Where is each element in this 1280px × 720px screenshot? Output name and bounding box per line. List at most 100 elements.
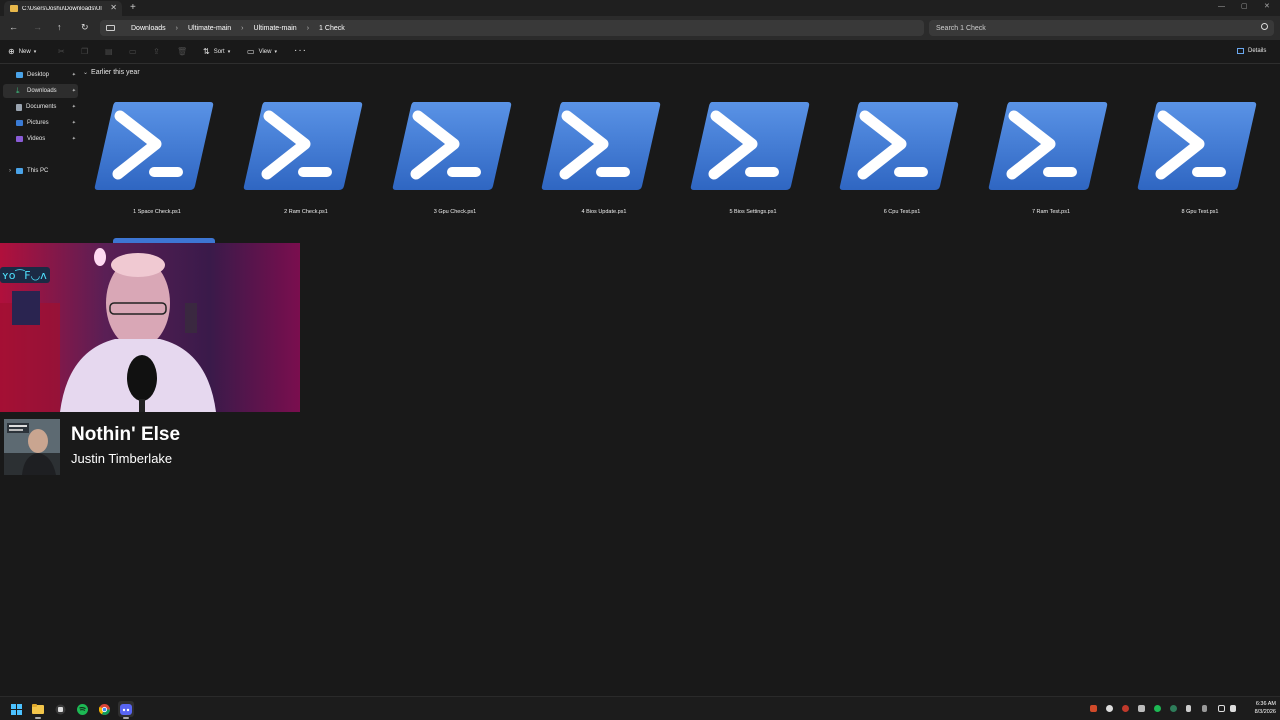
file-name: 3 Gpu Check.ps1 bbox=[433, 209, 477, 215]
breadcrumb-ultimate-main-2[interactable]: Ultimate-main bbox=[254, 25, 297, 32]
file-name: 1 Space Check.ps1 bbox=[133, 209, 181, 215]
sidebar-item-videos[interactable]: Videos ✦ bbox=[3, 132, 78, 146]
chrome-icon[interactable] bbox=[96, 701, 112, 717]
folder-icon bbox=[10, 5, 18, 12]
pin-icon[interactable]: ✦ bbox=[72, 72, 76, 78]
details-button[interactable]: Details bbox=[1237, 48, 1266, 54]
discord-icon[interactable] bbox=[118, 701, 134, 719]
tray-app-icon[interactable] bbox=[1122, 705, 1129, 712]
up-button[interactable]: ↑ bbox=[57, 22, 62, 33]
running-indicator bbox=[35, 717, 41, 719]
file-item[interactable]: 2 Ram Check.ps1 bbox=[232, 100, 372, 220]
network-icon[interactable] bbox=[1218, 705, 1225, 712]
file-item[interactable]: 6 Cpu Test.ps1 bbox=[828, 100, 968, 220]
breadcrumb-ultimate-main-1[interactable]: Ultimate-main bbox=[188, 25, 231, 32]
sidebar-item-label: Videos bbox=[27, 136, 46, 142]
file-name: 7 Ram Test.ps1 bbox=[1031, 209, 1071, 215]
address-bar-row: ← → ↑ ↻ Downloads › Ultimate-main › Ulti… bbox=[0, 16, 1280, 40]
powershell-icon bbox=[392, 102, 512, 190]
sidebar-item-this-pc[interactable]: › This PC bbox=[3, 164, 78, 178]
file-name: 4 Bios Update.ps1 bbox=[581, 209, 627, 215]
new-tab-button[interactable]: + bbox=[130, 2, 136, 13]
pin-icon[interactable]: ✦ bbox=[72, 120, 76, 126]
sidebar-item-label: This PC bbox=[27, 168, 49, 174]
forward-button[interactable]: → bbox=[33, 22, 42, 33]
webcam-image: ʏo⁀F◡ʌ bbox=[0, 243, 300, 412]
file-item[interactable]: 3 Gpu Check.ps1 bbox=[381, 100, 521, 220]
powershell-icon bbox=[988, 102, 1108, 190]
new-button[interactable]: ⊕ New ▾ bbox=[8, 48, 36, 56]
breadcrumb-separator[interactable]: › bbox=[307, 25, 309, 32]
breadcrumb-separator[interactable]: › bbox=[176, 25, 178, 32]
sidebar-item-label: Pictures bbox=[27, 120, 49, 126]
details-label: Details bbox=[1248, 48, 1267, 54]
breadcrumb-1-check[interactable]: 1 Check bbox=[319, 25, 345, 32]
close-window-button[interactable]: ✕ bbox=[1264, 2, 1270, 11]
tray-app-icon[interactable] bbox=[1170, 705, 1177, 712]
sort-icon: ⇅ bbox=[203, 47, 210, 56]
refresh-button[interactable]: ↻ bbox=[81, 22, 89, 33]
usb-icon[interactable] bbox=[1186, 705, 1191, 712]
file-item[interactable]: 4 Bios Update.ps1 bbox=[530, 100, 670, 220]
maximize-button[interactable]: ▢ bbox=[1241, 2, 1248, 11]
search-placeholder: Search 1 Check bbox=[936, 24, 986, 32]
spotify-icon[interactable] bbox=[74, 701, 90, 717]
search-icon[interactable] bbox=[1261, 23, 1268, 30]
paste-icon[interactable]: ▤ bbox=[105, 47, 113, 56]
title-bar: C:\Users\Joshu\Downloads\Ul ✕ + — ▢ ✕ bbox=[0, 0, 1280, 16]
details-pane-icon bbox=[1237, 48, 1244, 54]
clock-date: 8/3/2026 bbox=[1254, 709, 1276, 715]
file-item[interactable]: 5 Bios Settings.ps1 bbox=[679, 100, 819, 220]
chevron-down-icon[interactable]: ⌄ bbox=[83, 69, 88, 76]
powershell-icon bbox=[690, 102, 810, 190]
file-name: 6 Cpu Test.ps1 bbox=[883, 209, 921, 215]
song-artist: Justin Timberlake bbox=[71, 451, 173, 466]
chevron-right-icon[interactable]: › bbox=[9, 168, 11, 174]
clock[interactable]: 6:36 AM 8/3/2026 bbox=[1244, 700, 1276, 716]
search-input[interactable]: Search 1 Check bbox=[929, 20, 1274, 36]
copy-icon[interactable]: ❐ bbox=[81, 47, 88, 56]
sidebar-item-documents[interactable]: Documents ✦ bbox=[3, 100, 78, 114]
file-item[interactable]: 8 Gpu Test.ps1 bbox=[1126, 100, 1266, 220]
cut-icon[interactable]: ✂ bbox=[58, 47, 65, 56]
group-header[interactable]: ⌄ Earlier this year bbox=[83, 69, 140, 76]
pin-icon[interactable]: ✦ bbox=[72, 88, 76, 94]
microphone-icon[interactable] bbox=[1202, 705, 1207, 712]
tray-app-icon[interactable] bbox=[1090, 705, 1097, 712]
tray-app-icon[interactable] bbox=[1138, 705, 1145, 712]
view-label: View bbox=[258, 49, 272, 55]
chevron-down-icon: ▾ bbox=[274, 49, 277, 55]
sidebar-item-desktop[interactable]: Desktop ✦ bbox=[3, 68, 78, 82]
spotify-tray-icon[interactable] bbox=[1154, 705, 1161, 712]
back-button[interactable]: ← bbox=[9, 22, 18, 33]
more-options-button[interactable]: ··· bbox=[294, 45, 307, 56]
minimize-button[interactable]: — bbox=[1218, 2, 1225, 11]
running-indicator bbox=[123, 717, 129, 719]
group-label: Earlier this year bbox=[91, 69, 140, 76]
windows-start-icon[interactable] bbox=[8, 701, 24, 717]
volume-icon[interactable] bbox=[1230, 705, 1236, 712]
sort-button[interactable]: ⇅ Sort ▾ bbox=[203, 48, 230, 56]
breadcrumb[interactable]: Downloads › Ultimate-main › Ultimate-mai… bbox=[100, 20, 924, 36]
sidebar-item-pictures[interactable]: Pictures ✦ bbox=[3, 116, 78, 130]
rename-icon[interactable]: ▭ bbox=[129, 47, 137, 56]
file-item[interactable]: 1 Space Check.ps1 bbox=[83, 100, 223, 220]
pin-icon[interactable]: ✦ bbox=[72, 104, 76, 110]
view-button[interactable]: ▭ View ▾ bbox=[247, 48, 277, 56]
computer-icon[interactable] bbox=[106, 25, 115, 31]
sidebar-item-downloads[interactable]: ⤓ Downloads ✦ bbox=[3, 84, 78, 98]
pin-icon[interactable]: ✦ bbox=[72, 136, 76, 142]
file-explorer-icon[interactable] bbox=[30, 701, 46, 719]
sort-label: Sort bbox=[213, 49, 225, 55]
settings-icon[interactable] bbox=[1106, 705, 1113, 712]
file-item[interactable]: 7 Ram Test.ps1 bbox=[977, 100, 1117, 220]
plus-circle-icon: ⊕ bbox=[8, 47, 15, 56]
breadcrumb-downloads[interactable]: Downloads bbox=[131, 25, 166, 32]
breadcrumb-separator[interactable]: › bbox=[241, 25, 243, 32]
app-icon[interactable] bbox=[52, 701, 68, 717]
close-tab-icon[interactable]: ✕ bbox=[110, 4, 117, 12]
file-name: 8 Gpu Test.ps1 bbox=[1181, 209, 1219, 215]
window-tab[interactable]: C:\Users\Joshu\Downloads\Ul ✕ bbox=[4, 1, 122, 16]
share-icon[interactable]: ⇪ bbox=[153, 47, 160, 56]
delete-icon[interactable]: 🗑 bbox=[177, 47, 187, 56]
